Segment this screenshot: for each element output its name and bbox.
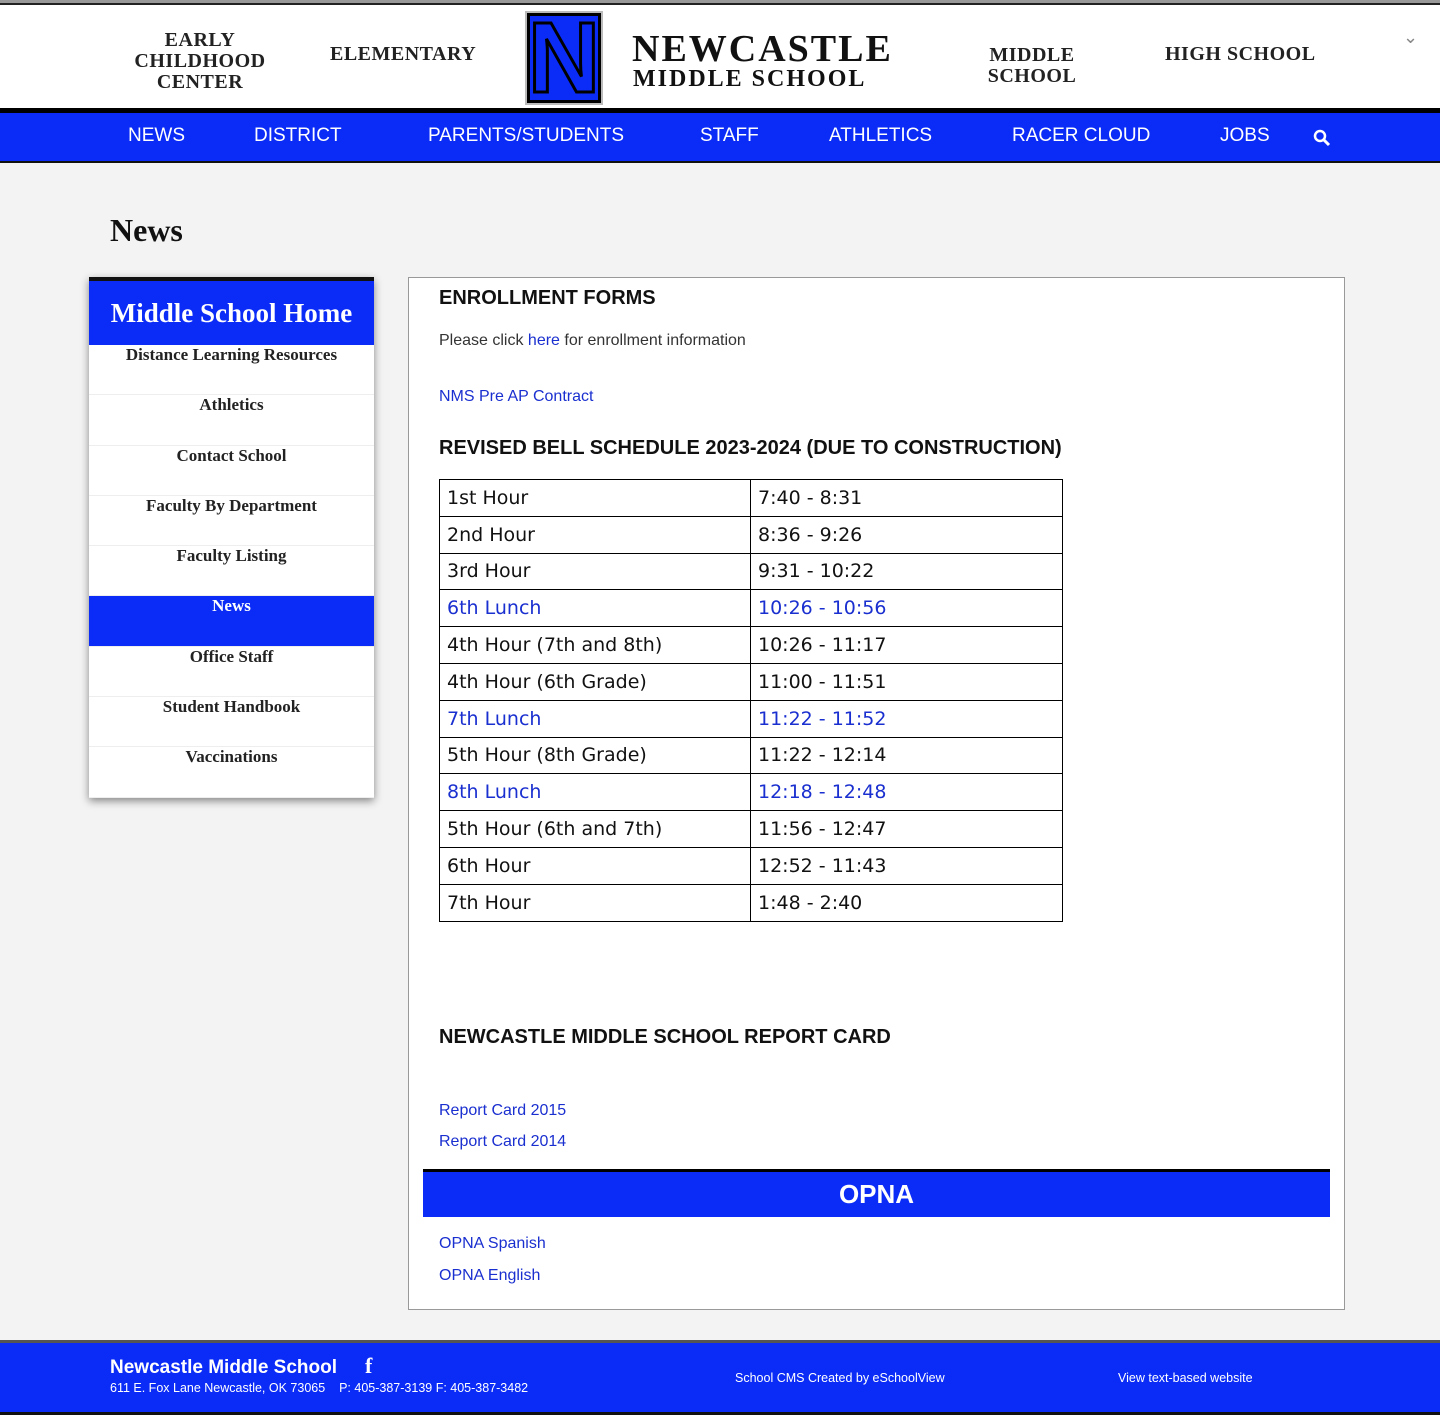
- schedule-time: 9:31 - 10:22: [750, 552, 1063, 591]
- schedule-row: 8th Lunch 12:18 - 12:48: [439, 773, 1063, 812]
- enrollment-heading: ENROLLMENT FORMS: [439, 287, 656, 309]
- link-early-childhood[interactable]: EARLY CHILDHOOD CENTER: [130, 30, 270, 93]
- schedule-period: 4th Hour (6th Grade): [439, 662, 751, 701]
- schedule-time: 12:18 - 12:48: [750, 773, 1063, 812]
- opna-banner: OPNA: [423, 1169, 1330, 1217]
- sidebar-item[interactable]: Student Handbook: [89, 697, 374, 748]
- sidebar-item[interactable]: Athletics: [89, 395, 374, 446]
- schedule-row: 4th Hour (6th Grade) 11:00 - 11:51: [439, 662, 1063, 701]
- site-header: EARLY CHILDHOOD CENTER ELEMENTARY N NEWC…: [0, 5, 1440, 108]
- sidebar-item[interactable]: Office Staff: [89, 647, 374, 698]
- main-content: ENROLLMENT FORMS Please click here for e…: [408, 277, 1345, 1310]
- chevron-down-icon[interactable]: ⌄: [1403, 27, 1418, 48]
- schedule-time: 11:56 - 12:47: [750, 810, 1063, 848]
- main-nav: NEWS DISTRICT PARENTS/STUDENTS STAFF ATH…: [0, 108, 1440, 163]
- sidebar: Middle School Home Distance Learning Res…: [89, 277, 374, 798]
- sidebar-item[interactable]: Faculty By Department: [89, 496, 374, 547]
- nav-athletics[interactable]: ATHLETICS: [829, 125, 932, 147]
- bell-schedule-table: 1st Hour 7:40 - 8:31 2nd Hour 8:36 - 9:26 3r…: [439, 479, 1063, 922]
- schedule-period: 6th Lunch: [439, 589, 751, 628]
- opna-spanish-link[interactable]: OPNA Spanish: [439, 1235, 546, 1253]
- schedule-row: 5th Hour (8th Grade) 11:22 - 12:14: [439, 736, 1063, 775]
- brand-name[interactable]: NEWCASTLE: [632, 27, 893, 71]
- opna-english-link[interactable]: OPNA English: [439, 1267, 540, 1285]
- footer-school-name: Newcastle Middle School: [110, 1357, 337, 1378]
- sidebar-item[interactable]: Faculty Listing: [89, 546, 374, 597]
- schedule-period: 4th Hour (7th and 8th): [439, 626, 751, 664]
- page-title: News: [110, 212, 183, 248]
- schedule-row: 6th Lunch 10:26 - 10:56: [439, 589, 1063, 628]
- sidebar-item[interactable]: Vaccinations: [89, 747, 374, 798]
- school-logo[interactable]: N: [525, 11, 603, 105]
- schedule-row: 5th Hour (6th and 7th) 11:56 - 12:47: [439, 810, 1063, 848]
- brand-subtitle: MIDDLE SCHOOL: [633, 66, 867, 92]
- search-icon[interactable]: [1313, 129, 1331, 147]
- schedule-time: 10:26 - 11:17: [750, 626, 1063, 664]
- enrollment-text: Please click here for enrollment informa…: [439, 332, 746, 349]
- text-site-link[interactable]: View text-based website: [1118, 1371, 1253, 1385]
- schedule-row: 7th Lunch 11:22 - 11:52: [439, 699, 1063, 738]
- sidebar-item[interactable]: Distance Learning Resources: [89, 345, 374, 396]
- schedule-time: 11:22 - 12:14: [750, 736, 1063, 775]
- schedule-time: 12:52 - 11:43: [750, 846, 1063, 885]
- schedule-row: 6th Hour 12:52 - 11:43: [439, 846, 1063, 885]
- schedule-period: 6th Hour: [439, 846, 751, 885]
- facebook-icon[interactable]: f: [365, 1353, 372, 1379]
- footer-address: 611 E. Fox Lane Newcastle, OK 73065 P: 4…: [110, 1381, 529, 1395]
- schedule-time: 11:00 - 11:51: [750, 662, 1063, 701]
- link-middle-school[interactable]: MIDDLE SCHOOL: [982, 45, 1082, 87]
- nav-parents-students[interactable]: PARENTS/STUDENTS: [428, 125, 624, 147]
- link-elementary[interactable]: ELEMENTARY: [330, 44, 476, 65]
- site-footer: Newcastle Middle School f 611 E. Fox Lan…: [0, 1340, 1440, 1415]
- schedule-time: 10:26 - 10:56: [750, 589, 1063, 628]
- bell-schedule-heading: REVISED BELL SCHEDULE 2023-2024 (DUE TO …: [439, 437, 1062, 459]
- schedule-period: 7th Lunch: [439, 699, 751, 738]
- pre-ap-contract-link[interactable]: NMS Pre AP Contract: [439, 388, 593, 406]
- cms-credit-link[interactable]: School CMS Created by eSchoolView: [735, 1371, 945, 1385]
- link-high-school[interactable]: HIGH SCHOOL: [1165, 44, 1316, 65]
- schedule-row: 1st Hour 7:40 - 8:31: [439, 479, 1063, 517]
- schedule-row: 7th Hour 1:48 - 2:40: [439, 883, 1063, 922]
- sidebar-item[interactable]: News: [89, 596, 374, 647]
- nav-jobs[interactable]: JOBS: [1220, 125, 1270, 147]
- report-card-heading: NEWCASTLE MIDDLE SCHOOL REPORT CARD: [439, 1026, 891, 1048]
- schedule-period: 1st Hour: [439, 479, 751, 517]
- schedule-time: 8:36 - 9:26: [750, 515, 1063, 554]
- schedule-row: 4th Hour (7th and 8th) 10:26 - 11:17: [439, 626, 1063, 664]
- nav-staff[interactable]: STAFF: [700, 125, 759, 147]
- schedule-period: 7th Hour: [439, 883, 751, 922]
- schedule-time: 7:40 - 8:31: [750, 479, 1063, 517]
- schedule-time: 1:48 - 2:40: [750, 883, 1063, 922]
- enrollment-link[interactable]: here: [528, 332, 560, 349]
- report-card-2015-link[interactable]: Report Card 2015: [439, 1102, 566, 1120]
- schedule-row: 2nd Hour 8:36 - 9:26: [439, 515, 1063, 554]
- schedule-period: 8th Lunch: [439, 773, 751, 812]
- report-card-2014-link[interactable]: Report Card 2014: [439, 1133, 566, 1151]
- nav-district[interactable]: DISTRICT: [254, 125, 342, 147]
- schedule-time: 11:22 - 11:52: [750, 699, 1063, 738]
- nav-news[interactable]: NEWS: [128, 125, 185, 147]
- sidebar-heading[interactable]: Middle School Home: [89, 281, 374, 345]
- sidebar-item[interactable]: Contact School: [89, 446, 374, 496]
- schedule-period: 5th Hour (8th Grade): [439, 736, 751, 775]
- schedule-period: 5th Hour (6th and 7th): [439, 810, 751, 848]
- schedule-period: 3rd Hour: [439, 552, 751, 591]
- schedule-row: 3rd Hour 9:31 - 10:22: [439, 552, 1063, 591]
- schedule-period: 2nd Hour: [439, 515, 751, 554]
- nav-racer-cloud[interactable]: RACER CLOUD: [1012, 125, 1150, 147]
